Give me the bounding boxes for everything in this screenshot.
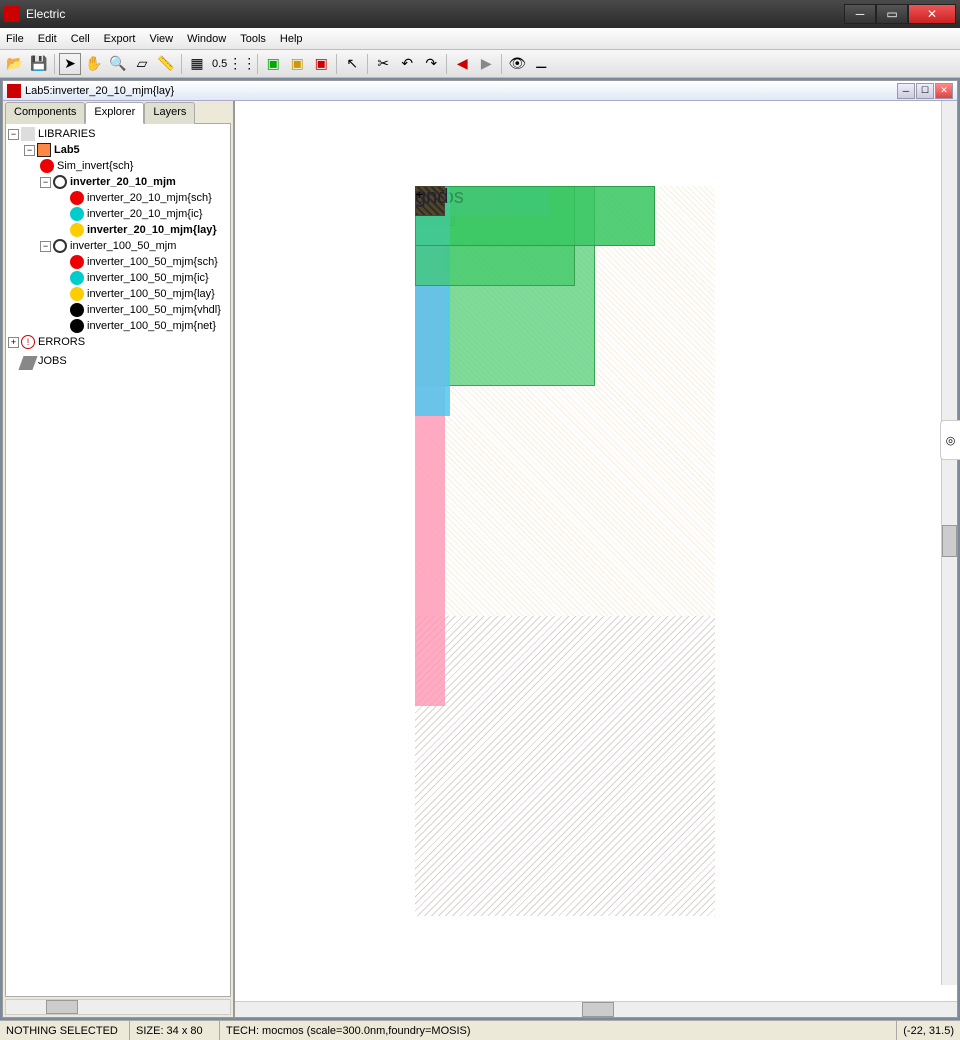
minimize-button[interactable] [844,4,876,24]
redo-icon[interactable]: ↷ [420,53,442,75]
canvas-area: vdd pmos [235,101,957,1017]
canvas-hscrollbar[interactable] [235,1001,957,1017]
forward-icon[interactable]: ▶ [475,53,497,75]
select-red-icon[interactable]: ▣ [310,53,332,75]
menu-help[interactable]: Help [280,33,303,45]
menu-tools[interactable]: Tools [240,33,266,45]
tree-item[interactable]: −inverter_100_50_mjm [8,238,228,254]
tree-item[interactable]: Sim_invert{sch} [8,158,228,174]
tree-lab5[interactable]: −Lab5 [8,142,228,158]
tree-item[interactable]: inverter_100_50_mjm{net} [8,318,228,334]
origin-marker: + [415,186,423,202]
tree-libraries[interactable]: −LIBRARIES [8,126,228,142]
doc-maximize-button[interactable]: ☐ [916,83,934,99]
save-icon[interactable]: 💾 [28,53,50,75]
menu-file[interactable]: File [6,33,24,45]
menu-bar: File Edit Cell Export View Window Tools … [0,28,960,50]
undo-icon[interactable]: ↶ [396,53,418,75]
doc-minimize-button[interactable]: ─ [897,83,915,99]
tab-components[interactable]: Components [5,102,85,124]
menu-view[interactable]: View [149,33,173,45]
close-button[interactable] [908,4,956,24]
remote-panel-tab[interactable]: ◎ [940,420,960,460]
tab-layers[interactable]: Layers [144,102,195,124]
tree-item[interactable]: inverter_20_10_mjm{ic} [8,206,228,222]
grid-icon[interactable]: ▦ [186,53,208,75]
menu-export[interactable]: Export [104,33,136,45]
window-title: Electric [26,7,844,21]
status-selection: NOTHING SELECTED [0,1021,130,1040]
cut-icon[interactable]: ✂ [372,53,394,75]
layout-canvas[interactable]: vdd pmos [235,101,957,1001]
ruler-icon[interactable]: ⋮⋮ [231,53,253,75]
tab-explorer[interactable]: Explorer [85,102,144,124]
sidebar: Components Explorer Layers −LIBRARIES −L… [3,101,235,1017]
tree-item[interactable]: inverter_100_50_mjm{vhdl} [8,302,228,318]
outline-icon[interactable]: ▱ [131,53,153,75]
pan-icon[interactable]: ✋ [83,53,105,75]
explorer-tree[interactable]: −LIBRARIES −Lab5 Sim_invert{sch} −invert… [5,123,231,997]
status-bar: NOTHING SELECTED SIZE: 34 x 80 TECH: moc… [0,1020,960,1040]
tree-errors[interactable]: +!ERRORS [8,334,228,350]
eye-closed-icon[interactable]: ⚊ [530,53,552,75]
document-title: Lab5:inverter_20_10_mjm{lay} [25,85,897,97]
window-titlebar: Electric [0,0,960,28]
menu-cell[interactable]: Cell [71,33,90,45]
status-coords: (-22, 31.5) [897,1021,960,1040]
workspace: Lab5:inverter_20_10_mjm{lay} ─ ☐ ✕ Compo… [0,78,960,1020]
pointer-icon[interactable]: ➤ [59,53,81,75]
status-tech: TECH: mocmos (scale=300.0nm,foundry=MOSI… [220,1021,897,1040]
tree-item[interactable]: inverter_100_50_mjm{sch} [8,254,228,270]
select-green-icon[interactable]: ▣ [262,53,284,75]
open-icon[interactable]: 📂 [4,53,26,75]
status-size: SIZE: 34 x 80 [130,1021,220,1040]
tree-item[interactable]: −inverter_20_10_mjm [8,174,228,190]
back-icon[interactable]: ◀ [451,53,473,75]
tree-item[interactable]: inverter_100_50_mjm{lay} [8,286,228,302]
window-buttons [844,4,956,24]
doc-close-button[interactable]: ✕ [935,83,953,99]
document-titlebar: Lab5:inverter_20_10_mjm{lay} ─ ☐ ✕ [3,81,957,101]
sidebar-tabs: Components Explorer Layers [3,101,233,123]
tree-jobs[interactable]: JOBS [8,350,228,371]
sidebar-scrollbar[interactable] [5,999,231,1015]
zoom-icon[interactable]: 🔍 [107,53,129,75]
restore-button[interactable] [876,4,908,24]
document-icon [7,84,21,98]
app-icon [4,6,20,22]
tree-item[interactable]: inverter_20_10_mjm{lay} [8,222,228,238]
tree-item[interactable]: inverter_100_50_mjm{ic} [8,270,228,286]
cursor-icon[interactable]: ↖ [341,53,363,75]
select-yellow-icon[interactable]: ▣ [286,53,308,75]
toolbar: 📂 💾 ➤ ✋ 🔍 ▱ 📏 ▦ 0.5 ⋮⋮ ▣ ▣ ▣ ↖ ✂ ↶ ↷ ◀ ▶… [0,50,960,78]
eye-open-icon[interactable]: 👁 [506,53,528,75]
document-window: Lab5:inverter_20_10_mjm{lay} ─ ☐ ✕ Compo… [2,80,958,1018]
menu-edit[interactable]: Edit [38,33,57,45]
menu-window[interactable]: Window [187,33,226,45]
measure-icon[interactable]: 📏 [155,53,177,75]
canvas-vscrollbar[interactable] [941,101,957,985]
zoom-value: 0.5 [210,58,229,70]
tree-item[interactable]: inverter_20_10_mjm{sch} [8,190,228,206]
